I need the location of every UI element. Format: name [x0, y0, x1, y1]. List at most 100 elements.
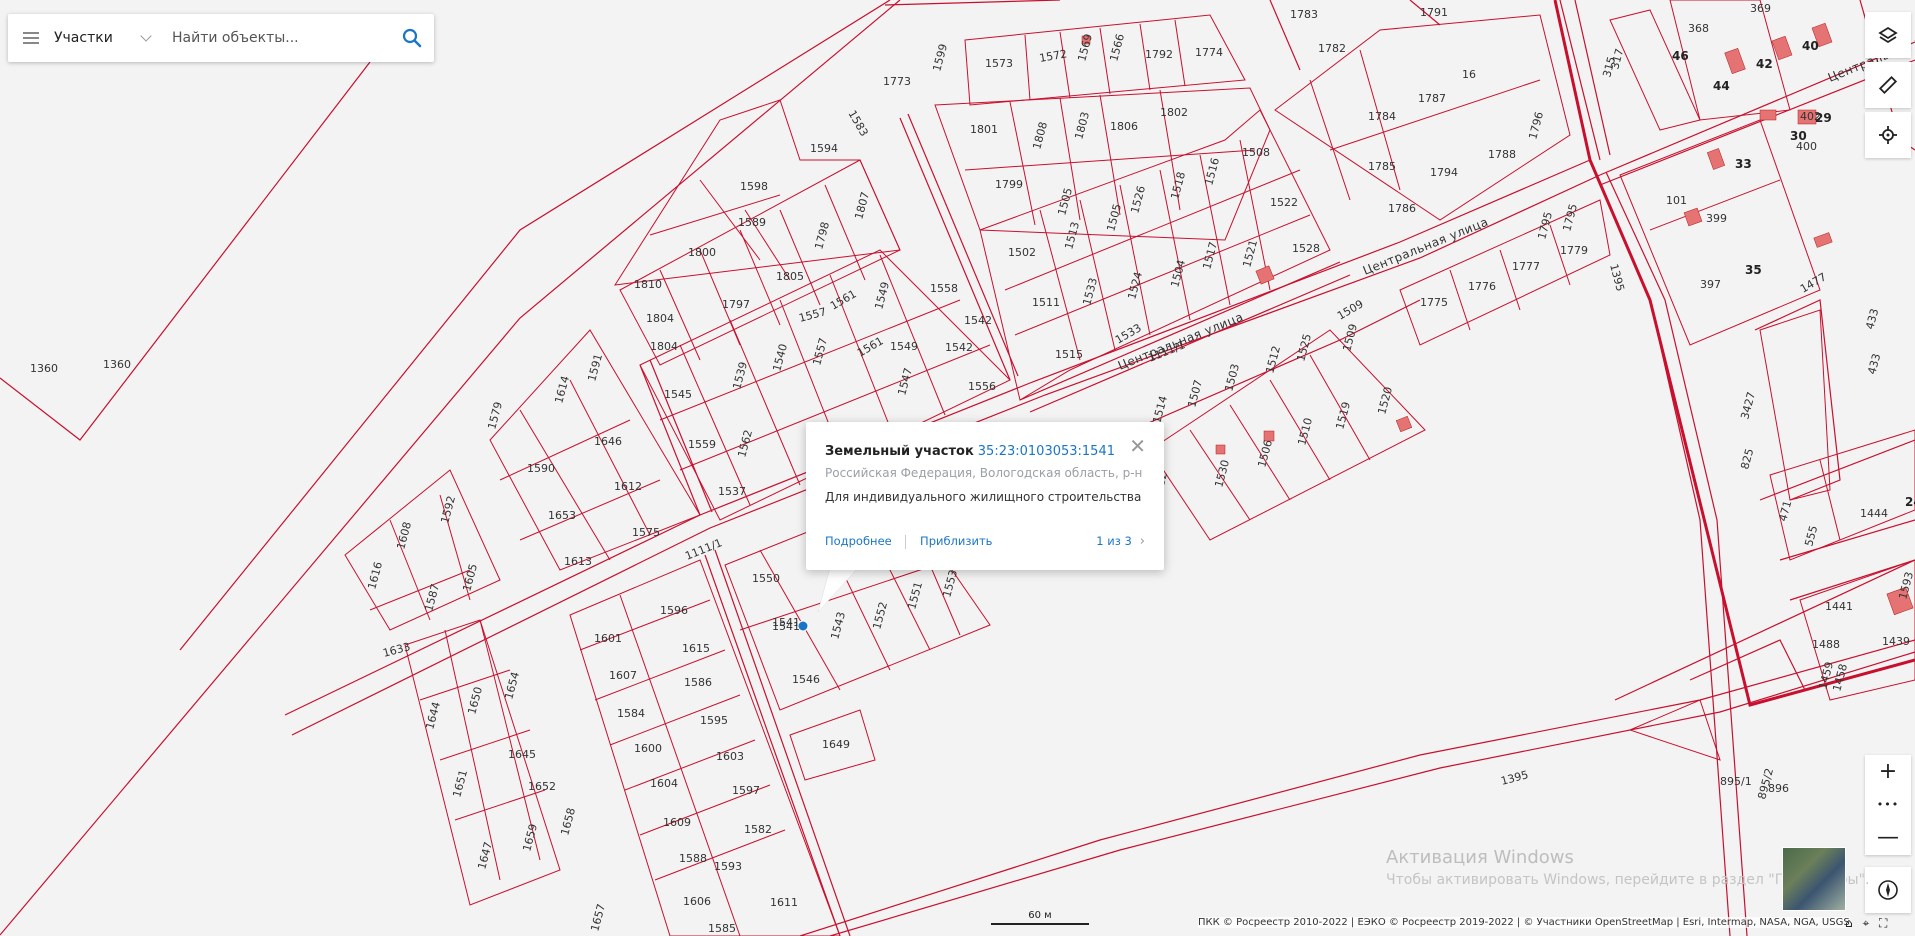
map-attribution: ПКК © Росреестр 2010-2022 | ЕЭКО © Росре… [1198, 917, 1850, 928]
chevron-right-icon[interactable]: › [1140, 534, 1145, 549]
search-input[interactable] [170, 17, 384, 59]
parcel-number-label: 16 [1462, 68, 1476, 81]
parcel-number-label: 1508 [1242, 146, 1270, 159]
parcel-number-label: 1784 [1368, 110, 1396, 123]
parcel-number-label: 1488 [1812, 638, 1840, 651]
more-link[interactable]: Подробнее [825, 534, 892, 548]
parcel-number-label: 1612 [614, 480, 642, 493]
parcel-number-label: 1556 [968, 380, 996, 393]
parcel-number-label: 1783 [1290, 8, 1318, 21]
parcel-number-label: 1785 [1368, 160, 1396, 173]
parcel-number-label: 1549 [890, 340, 918, 353]
home-icon[interactable]: ⌂ [1845, 916, 1853, 930]
parcel-number-label: 1800 [688, 246, 716, 259]
parcel-number-label: 397 [1700, 278, 1721, 291]
category-label: Участки [54, 30, 113, 46]
compass-button[interactable] [1865, 867, 1911, 913]
parcel-number-label: 1441 [1825, 600, 1853, 613]
house-number-label: 44 [1713, 79, 1730, 93]
parcel-number-label: 1595 [700, 714, 728, 727]
house-number-label: 30 [1790, 129, 1807, 143]
parcel-number-label: 1360 [30, 362, 58, 375]
parcel-number-label: 1806 [1110, 120, 1138, 133]
ruler-button[interactable] [1865, 62, 1911, 108]
parcel-number-label: 1594 [810, 142, 838, 155]
parcel-number-label: 1609 [663, 816, 691, 829]
parcel-number-label: 1652 [528, 780, 556, 793]
parcel-number-label: 1804 [650, 340, 678, 353]
more-button[interactable]: ••• [1865, 788, 1911, 821]
parcel-number-label: 1598 [740, 180, 768, 193]
basemap-switcher[interactable] [1782, 847, 1846, 911]
parcel-number-label: 1801 [970, 123, 998, 136]
parcel-number-label: 1776 [1468, 280, 1496, 293]
parcel-number-label: 1603 [716, 750, 744, 763]
parcel-number-label: 1797 [722, 298, 750, 311]
parcel-number-label: 1649 [822, 738, 850, 751]
parcel-number-label: 1788 [1488, 148, 1516, 161]
zoom-to-link[interactable]: Приблизить [920, 534, 992, 548]
parcel-number-label: 1584 [617, 707, 645, 720]
parcel-number-label: 1615 [682, 642, 710, 655]
parcel-number-label: 1582 [744, 823, 772, 836]
locate-small-icon[interactable]: ⌖ [1862, 916, 1869, 930]
road-label: 895/1 [1720, 775, 1752, 788]
parcel-number-label: 1653 [548, 509, 576, 522]
parcel-number-label: 1546 [792, 673, 820, 686]
scale-label: 60 м [1028, 910, 1052, 921]
zoom-out-button[interactable]: — [1865, 821, 1911, 854]
menu-button[interactable] [8, 14, 54, 62]
parcel-number-label: 1593 [714, 860, 742, 873]
popup-title: Земельный участок 35:23:0103053:1541 [825, 444, 1115, 459]
parcel-number-label: 1585 [708, 922, 736, 935]
house-number-label: 24 [1905, 495, 1915, 509]
chevron-down-icon [140, 30, 152, 42]
parcel-number-label: 1511 [1032, 296, 1060, 309]
parcel-number-label: 1559 [688, 438, 716, 451]
parcel-number-label: 101 [1666, 194, 1687, 207]
parcel-number-label: 369 [1750, 2, 1771, 15]
parcel-number-label: 1786 [1388, 202, 1416, 215]
house-number-label: 46 [1672, 49, 1689, 63]
parcel-number-label: 1646 [594, 435, 622, 448]
locate-icon [1879, 126, 1897, 144]
parcel-number-label: 1542 [964, 314, 992, 327]
popup-footer: Подробнее Приблизить 1 из 3 › [825, 534, 1145, 549]
search-bar: Участки [8, 14, 434, 62]
layers-button[interactable] [1865, 12, 1911, 58]
parcel-number-label: 896 [1768, 782, 1789, 795]
parcel-number-label: 1775 [1420, 296, 1448, 309]
parcel-number-label: 368 [1688, 22, 1709, 35]
parcel-number-label: 1515 [1055, 348, 1083, 361]
fullscreen-icon[interactable]: ⛶ [1879, 916, 1887, 930]
pager-text: 1 из 3 [1096, 534, 1132, 548]
popup-pager: 1 из 3 › [1096, 534, 1145, 549]
separator [905, 534, 907, 549]
parcel-number-label: 1439 [1882, 635, 1910, 648]
compass-icon [1878, 880, 1898, 900]
parcel-number-label: 1586 [684, 676, 712, 689]
parcel-number-label: 1522 [1270, 196, 1298, 209]
parcel-number-label: 1805 [776, 270, 804, 283]
parcel-number-label: 1791 [1420, 6, 1448, 19]
parcel-number-label: 1542 [945, 341, 973, 354]
parcel-number-label: 1774 [1195, 46, 1223, 59]
category-select[interactable]: Участки [54, 14, 152, 62]
parcel-number-label: 1792 [1145, 48, 1173, 61]
parcel-number-label: 1810 [634, 278, 662, 291]
parcel-number-label: 1601 [594, 632, 622, 645]
zoom-in-button[interactable]: + [1865, 755, 1911, 788]
parcel-number-label: 1528 [1292, 242, 1320, 255]
parcel-number-label: 1779 [1560, 244, 1588, 257]
cadastral-number-link[interactable]: 35:23:0103053:1541 [978, 444, 1115, 459]
parcel-number-label: 1613 [564, 555, 592, 568]
house-number-label: 40 [1802, 39, 1819, 53]
search-icon[interactable] [400, 26, 424, 50]
selected-parcel-label: 1541 [772, 620, 800, 633]
parcel-number-label: 1611 [770, 896, 798, 909]
parcel-number-label: 1590 [527, 462, 555, 475]
locate-button[interactable] [1865, 112, 1911, 158]
parcel-number-label: 1573 [985, 57, 1013, 70]
close-icon[interactable]: ✕ [1129, 436, 1146, 456]
parcel-number-label: 1802 [1160, 106, 1188, 119]
